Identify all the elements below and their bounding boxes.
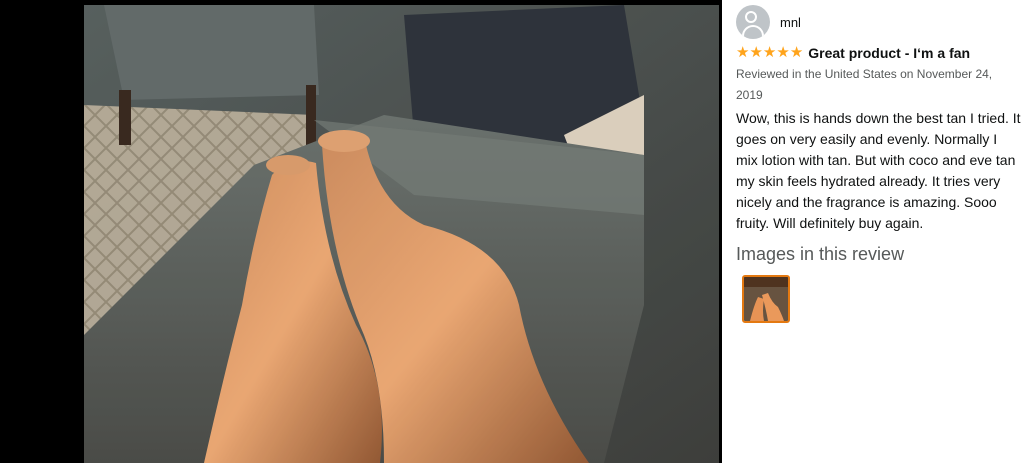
star-filled-icon: ★ [749,44,763,61]
review-image-thumbnail[interactable] [742,275,790,323]
star-filled-icon: ★ [789,44,804,61]
review-date: Reviewed in the United States on Novembe… [736,67,993,102]
review-author[interactable]: mnl [736,5,1018,39]
rating-row: ★ ★ ★ ★ ★ Great product - I‘m a fan [736,45,1018,62]
star-filled-icon: ★ [736,44,750,61]
review-photo [84,5,719,463]
images-heading: Images in this review [736,244,905,264]
review-title[interactable]: Great product - I‘m a fan [808,45,970,61]
star-filled-icon: ★ [776,44,790,61]
review-body: Wow, this is hands down the best tan I t… [736,110,1021,231]
star-filled-icon: ★ [762,44,777,61]
star-rating[interactable]: ★ ★ ★ ★ ★ [736,45,803,61]
user-avatar-icon [736,5,770,39]
image-viewer [0,0,722,463]
review-panel: mnl ★ ★ ★ ★ ★ Great product - I‘m a fan … [736,5,1021,323]
author-name[interactable]: mnl [780,15,801,30]
